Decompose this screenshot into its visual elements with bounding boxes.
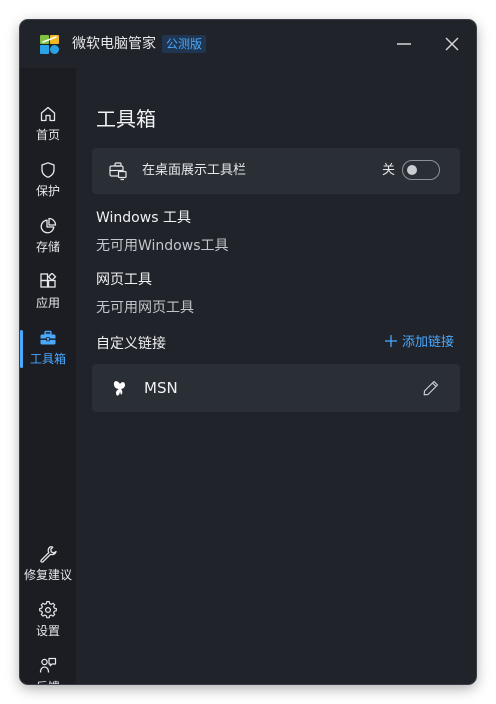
page-title: 工具箱 [96,107,156,131]
plus-icon [385,335,397,347]
sidebar-item-settings[interactable]: 设置 [20,598,76,646]
sidebar-item-storage[interactable]: 存储 [20,214,76,262]
sidebar-item-label: 首页 [35,128,60,142]
gear-icon [39,601,57,619]
sidebar-item-label: 应用 [35,296,60,310]
sidebar-item-feedback[interactable]: 反馈 [20,654,76,684]
wrench-icon [40,546,57,563]
desktop-toolbox-icon [109,162,127,181]
feedback-icon [39,657,57,673]
desktop-toolbar-card: 在桌面展示工具栏 关 [92,148,460,194]
main-content: 工具箱 在桌面展示工具栏 关 Windows 工具 无可用Windows工具 网… [76,68,476,684]
sidebar-item-toolbox[interactable]: 工具箱 [20,326,76,374]
toggle-knob [407,165,417,175]
sidebar-item-protect[interactable]: 保护 [20,158,76,206]
sidebar-item-apps[interactable]: 应用 [20,270,76,318]
edit-pencil-icon[interactable] [422,379,440,397]
add-link-button[interactable]: 添加链接 [384,334,454,352]
apps-icon [40,273,57,288]
sidebar-item-label: 修复建议 [23,568,72,582]
web-tools-title: 网页工具 [96,272,152,288]
title-bar: 微软电脑管家 公测版 [20,20,476,68]
msn-butterfly-icon [113,381,126,396]
toolbox-icon [40,330,56,345]
beta-badge: 公测版 [162,35,207,53]
sidebar-item-label: 存储 [35,240,60,254]
sidebar-item-label: 保护 [35,184,60,198]
close-icon[interactable] [440,32,464,56]
sidebar-item-home[interactable]: 首页 [20,102,76,150]
sidebar-item-label: 工具箱 [29,352,66,366]
pie-chart-icon [40,217,57,234]
sidebar-item-label: 反馈 [20,679,76,684]
app-window: 微软电脑管家 公测版 首页 保护 存储 应用 工具箱 修复建议 设置 工具箱 在… [20,20,476,684]
desktop-toolbar-label: 在桌面展示工具栏 [142,163,247,178]
desktop-toolbar-toggle[interactable] [402,160,440,180]
windows-tools-title: Windows 工具 [96,210,191,226]
sidebar-item-repair[interactable]: 修复建议 [20,542,76,590]
custom-link-label: MSN [144,379,178,397]
web-tools-empty-note: 无可用网页工具 [96,300,194,316]
toggle-state-label: 关 [382,163,396,178]
app-title: 微软电脑管家 [72,36,156,52]
minimize-icon[interactable] [392,32,416,56]
sidebar-item-label: 设置 [35,624,60,638]
custom-links-title: 自定义链接 [96,336,166,352]
sidebar: 首页 保护 存储 应用 工具箱 修复建议 设置 [20,68,76,684]
add-link-label: 添加链接 [402,335,455,350]
home-icon [40,106,56,122]
shield-icon [41,162,55,178]
custom-link-item[interactable]: MSN [92,364,460,412]
app-logo-icon [40,35,59,54]
windows-tools-empty-note: 无可用Windows工具 [96,238,229,254]
